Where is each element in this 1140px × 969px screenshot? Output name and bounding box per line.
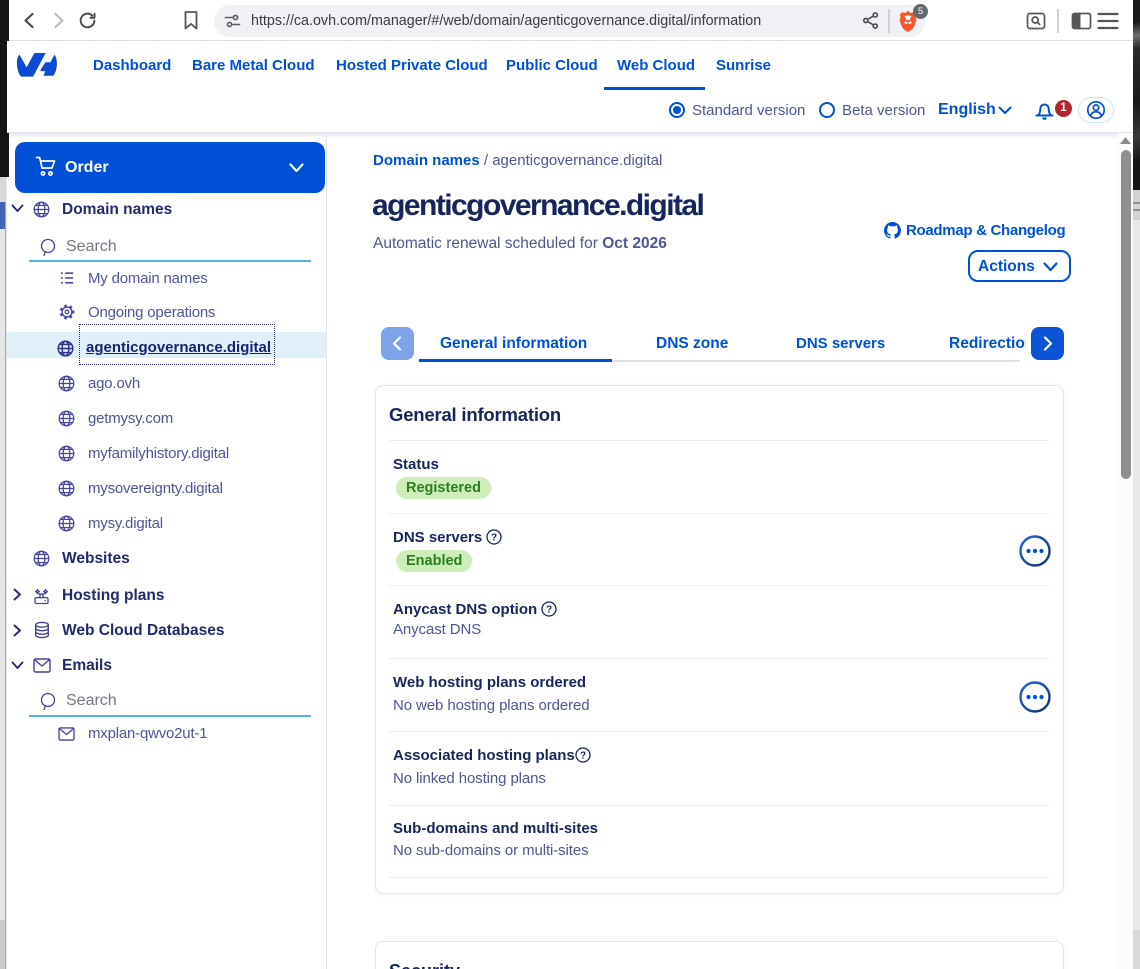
svg-text:?: ?	[546, 605, 552, 616]
svg-text:?: ?	[580, 751, 586, 762]
svg-text:?: ?	[491, 533, 497, 544]
